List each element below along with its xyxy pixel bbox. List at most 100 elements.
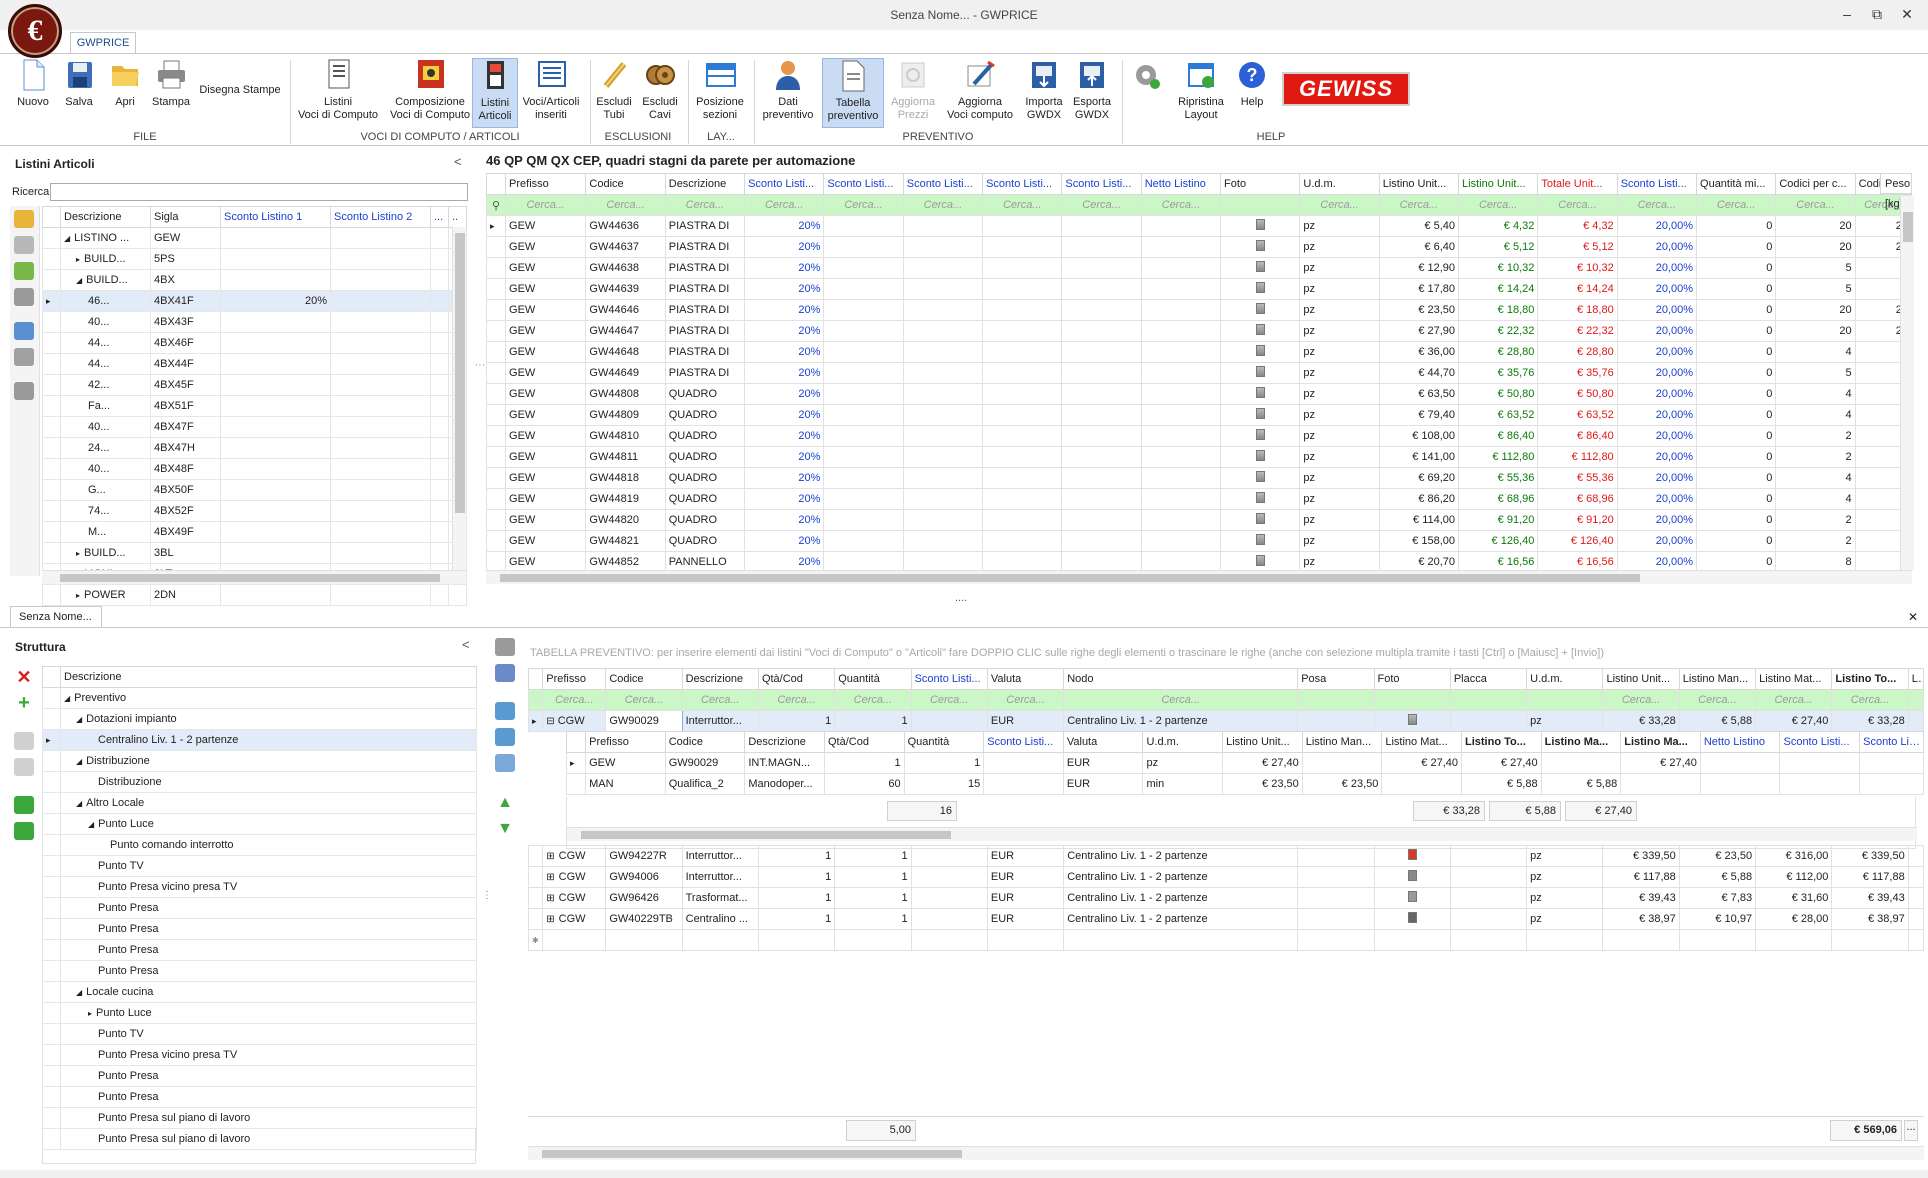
cell-codici-c[interactable]: 2: [1775, 425, 1856, 447]
cell-sconto-empty[interactable]: [1061, 446, 1142, 468]
expand-icon[interactable]: ▸: [76, 255, 80, 264]
articoli-filter-cell[interactable]: Cerca...: [1140, 194, 1222, 216]
cell-valuta[interactable]: EUR: [986, 845, 1065, 867]
preventivo-filter-cell[interactable]: [1907, 689, 1925, 711]
stampa-button[interactable]: Stampa: [148, 58, 194, 109]
new-row-cell[interactable]: [1526, 929, 1604, 951]
articoli-row[interactable]: GEW GW44646 PIASTRA DI 20% pz € 23,50 € 18,80 €…: [485, 299, 1913, 321]
cell-listino-man[interactable]: € 23,50: [1678, 845, 1757, 867]
cell-sconto-empty[interactable]: [823, 509, 904, 531]
cell-sconto1[interactable]: 20%: [744, 530, 825, 552]
listini-cell-sigla[interactable]: 4BX46F: [150, 332, 221, 354]
cell-sconto-percent[interactable]: 20,00%: [1616, 341, 1698, 363]
cell-totale-unit[interactable]: € 86,40: [1537, 425, 1618, 447]
articoli-row[interactable]: GEW GW44819 QUADRO 20% pz € 86,20 € 68,96 € 68,…: [485, 488, 1913, 510]
cell-listino-unit[interactable]: € 114,00: [1378, 509, 1460, 531]
cell-prefisso[interactable]: GEW: [505, 488, 587, 510]
cell-codice[interactable]: GW90029: [605, 710, 683, 732]
preventivo-header-listino-unit[interactable]: Listino Unit...: [1602, 668, 1680, 690]
cell-codici-c[interactable]: 5: [1775, 362, 1856, 384]
cell-udm[interactable]: pz: [1299, 320, 1380, 342]
listini-cell-descrizione[interactable]: 44...: [60, 332, 151, 354]
cell-codice[interactable]: GW44648: [585, 341, 666, 363]
ribbon-tab-gwprice[interactable]: GWPRICE: [70, 32, 136, 54]
cell-sconto-empty[interactable]: [823, 383, 904, 405]
listini-cell-sconto2[interactable]: [330, 248, 431, 270]
cell-qta-cod[interactable]: 1: [757, 887, 836, 909]
articoli-header-sconto4[interactable]: Sconto Listi...: [982, 173, 1063, 195]
detail-header-valuta[interactable]: Valuta: [1062, 731, 1144, 753]
cell-sconto-empty[interactable]: [1140, 383, 1222, 405]
detail-header-udm[interactable]: U.d.m.: [1142, 731, 1224, 753]
detail-cell-listino-unit[interactable]: € 23,50: [1222, 773, 1303, 795]
listini-cell-sconto2[interactable]: [330, 290, 431, 312]
struttura-cell[interactable]: Punto Presa: [60, 897, 477, 919]
listini-cell-sigla[interactable]: 4BX49F: [150, 521, 221, 543]
cell-listino-unit-net[interactable]: € 22,32: [1458, 320, 1539, 342]
document-icon[interactable]: [14, 236, 34, 254]
cell-totale-unit[interactable]: € 63,52: [1537, 404, 1618, 426]
cell-sconto-empty[interactable]: [1061, 467, 1142, 489]
cell-prefisso[interactable]: GEW: [505, 446, 587, 468]
cell-nodo[interactable]: Centralino Liv. 1 - 2 partenze: [1063, 845, 1299, 867]
articoli-header-totale-unit[interactable]: Totale Unit...: [1537, 173, 1618, 195]
cell-listino-man[interactable]: € 10,97: [1678, 908, 1757, 930]
cell-prefisso[interactable]: GEW: [505, 299, 587, 321]
cell-sconto-percent[interactable]: 20,00%: [1616, 278, 1698, 300]
cell-sconto-empty[interactable]: [982, 215, 1063, 237]
preventivo-filter-cell[interactable]: Cerca...: [757, 689, 836, 711]
cell-udm[interactable]: pz: [1526, 866, 1604, 888]
cell-listino-unit[interactable]: € 38,97: [1602, 908, 1680, 930]
listini-cell-sconto2[interactable]: [330, 332, 431, 354]
cell-codice[interactable]: GW44638: [585, 257, 666, 279]
cell-listino-unit[interactable]: € 12,90: [1378, 257, 1460, 279]
cell-codice[interactable]: GW44647: [585, 320, 666, 342]
delete-icon[interactable]: ✕: [14, 668, 34, 686]
struttura-cell[interactable]: Punto TV: [60, 1023, 477, 1045]
struttura-row[interactable]: Punto Presa: [42, 897, 477, 919]
struttura-row[interactable]: Punto Presa: [42, 918, 477, 940]
cell-sconto-empty[interactable]: [982, 383, 1063, 405]
settings-icon[interactable]: [14, 382, 34, 400]
cell-sconto1[interactable]: 20%: [744, 488, 825, 510]
preventivo-filter-cell[interactable]: [1449, 689, 1528, 711]
cell-quantita-min[interactable]: 0: [1696, 425, 1777, 447]
detail-cell-listino-mat[interactable]: [1381, 773, 1462, 795]
cell-sconto-empty[interactable]: [902, 299, 984, 321]
detail-cell-listino-unit[interactable]: € 27,40: [1222, 752, 1303, 774]
preventivo-filter-cell[interactable]: Cerca...: [542, 689, 607, 711]
preventivo-row[interactable]: ⊞ CGW GW40229TB Centralino ... 1 1 EUR Centrali…: [527, 908, 1925, 930]
cell-posa[interactable]: [1297, 710, 1375, 732]
cell-sconto-percent[interactable]: 20,00%: [1616, 446, 1698, 468]
help-button[interactable]: ? Help: [1232, 58, 1272, 109]
cell-sconto1[interactable]: 20%: [744, 341, 825, 363]
articoli-filter-cell[interactable]: Cerca...: [1378, 194, 1460, 216]
cell-sconto-empty[interactable]: [982, 425, 1063, 447]
tabella-preventivo-button[interactable]: Tabella preventivo: [822, 58, 884, 128]
listini-cell-sconto2[interactable]: [330, 311, 431, 333]
cell-codice[interactable]: GW40229TB: [605, 908, 683, 930]
listini-cell-descrizione[interactable]: 42...: [60, 374, 151, 396]
cell-prefisso[interactable]: GEW: [505, 341, 587, 363]
struttura-cell[interactable]: Punto Presa: [60, 1086, 477, 1108]
detail-cell-qta-cod[interactable]: 60: [823, 773, 905, 795]
articoli-filter-cell[interactable]: Cerca...: [744, 194, 825, 216]
cell-listino-man[interactable]: € 5,88: [1678, 866, 1757, 888]
new-row-cell[interactable]: [542, 929, 607, 951]
cell-codice[interactable]: GW44811: [585, 446, 666, 468]
cell-sconto-empty[interactable]: [1061, 383, 1142, 405]
listini-cell-sigla[interactable]: 3BL: [150, 542, 221, 564]
cell-sconto-empty[interactable]: [1061, 215, 1142, 237]
detail-cell-valuta[interactable]: EUR: [1062, 752, 1144, 774]
listini-cell-descrizione[interactable]: ◢ BUILD...: [60, 269, 151, 291]
cell-placca[interactable]: [1449, 908, 1528, 930]
cell-sconto-empty[interactable]: [1061, 509, 1142, 531]
dati-preventivo-button[interactable]: Dati preventivo: [760, 58, 816, 122]
cell-quantita-min[interactable]: 0: [1696, 404, 1777, 426]
preventivo-header-lis[interactable]: Lis: [1907, 668, 1925, 690]
listini-cell-descrizione[interactable]: 46...: [60, 290, 151, 312]
new-row-cell[interactable]: [681, 929, 759, 951]
cell-sconto-empty[interactable]: [823, 530, 904, 552]
listini-cell-sconto2[interactable]: [330, 416, 431, 438]
struttura-row[interactable]: ◢ Distribuzione: [42, 750, 477, 772]
